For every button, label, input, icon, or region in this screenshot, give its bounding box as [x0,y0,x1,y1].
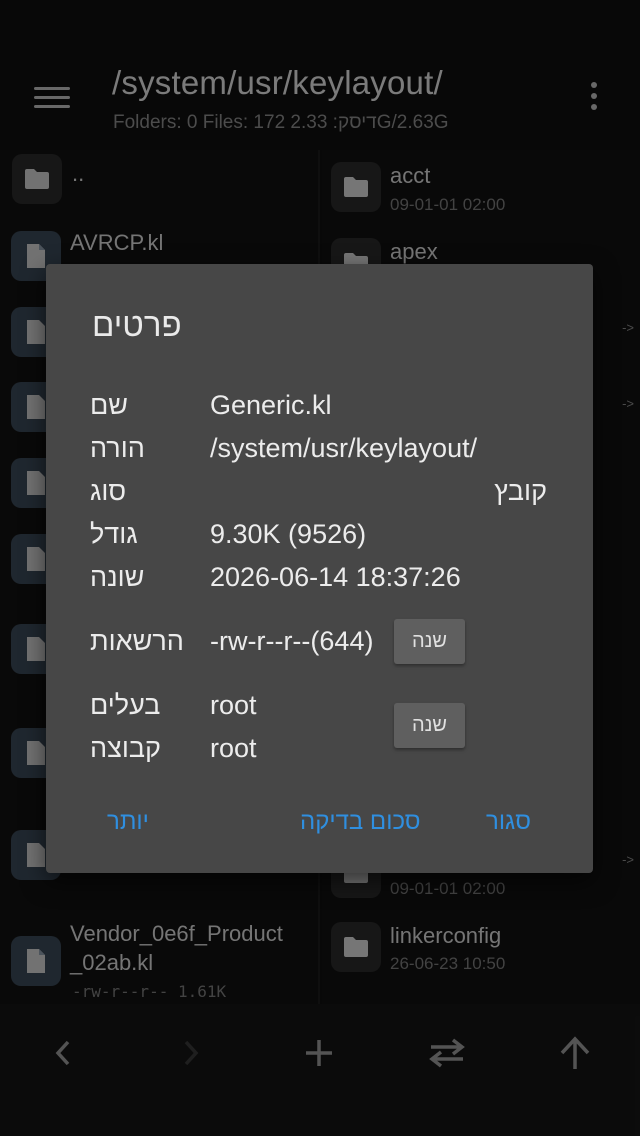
owner-value: root [210,690,257,720]
parent-label: הורה [90,433,145,463]
name-value: Generic.kl [210,390,332,420]
group-value: root [210,733,257,763]
dialog-title: פרטים [92,306,182,343]
close-button[interactable]: סגור [486,808,531,836]
owner-label: בעלים [90,690,161,720]
change-owner-button[interactable]: שנה [394,703,465,748]
properties-dialog: פרטים שם Generic.kl הורה /system/usr/key… [46,264,593,873]
type-value: קובץ [494,476,547,506]
size-label: גודל [90,519,138,549]
name-label: שם [90,390,129,420]
change-permissions-button[interactable]: שנה [394,619,465,664]
modified-value: 2026-06-14 18:37:26 [210,562,461,592]
type-label: סוג [90,476,127,506]
parent-value: /system/usr/keylayout/ [210,433,478,463]
size-value: 9.30K (9526) [210,519,367,549]
permissions-label: הרשאות [90,626,184,656]
permissions-value: -rw-r--r--(644) [210,626,374,656]
checksum-button[interactable]: סכום בדיקה [300,808,421,836]
modified-label: שונה [90,562,145,592]
group-label: קבוצה [90,733,161,763]
more-button[interactable]: יותר [107,808,149,836]
